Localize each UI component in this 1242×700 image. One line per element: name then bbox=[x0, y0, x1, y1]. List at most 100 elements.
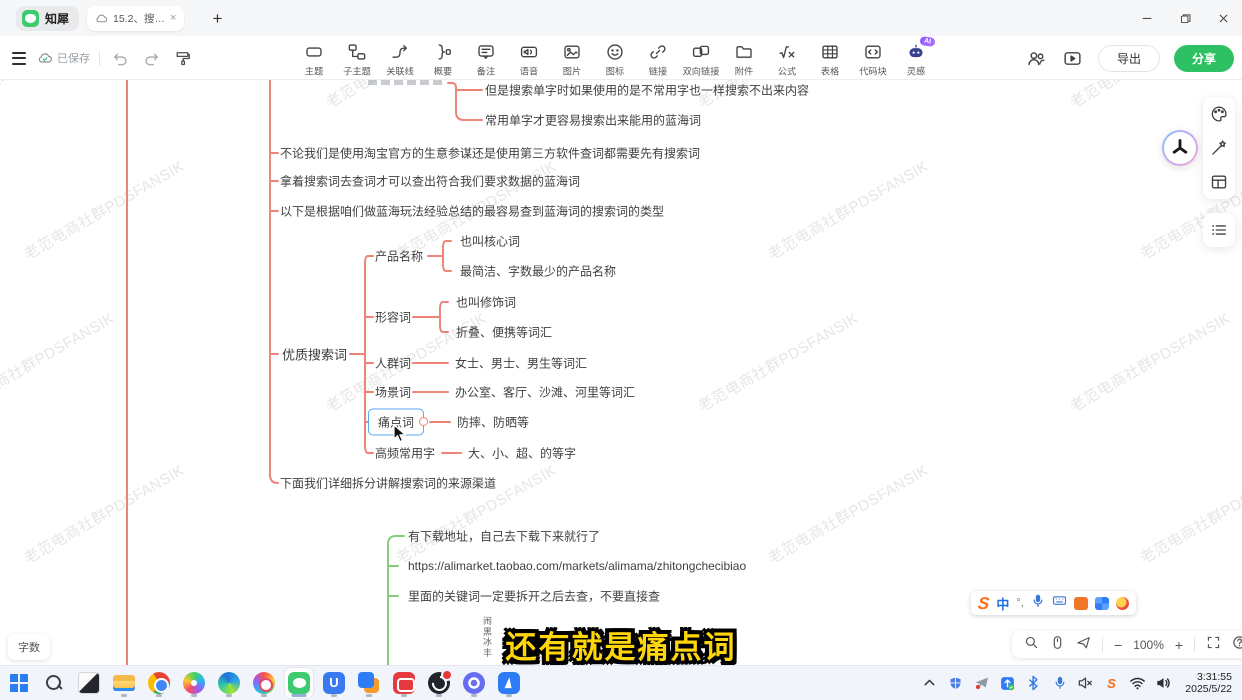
taskbar-app-browser360[interactable] bbox=[180, 668, 208, 698]
minimize-button[interactable] bbox=[1128, 0, 1166, 36]
tool-emoji[interactable]: 图标 bbox=[593, 41, 636, 78]
tool-audio[interactable]: 语音 bbox=[507, 41, 550, 78]
mindmap-node[interactable]: 人群词 bbox=[375, 355, 411, 372]
mindmap-node[interactable]: 形容词 bbox=[375, 309, 411, 326]
fullscreen-icon[interactable] bbox=[1206, 635, 1221, 655]
defender-icon[interactable] bbox=[947, 675, 964, 692]
tool-bidirectional-link[interactable]: 双向链接 bbox=[679, 41, 722, 78]
mindmap-node[interactable]: 大、小、超、的等字 bbox=[468, 445, 576, 462]
mindmap-node[interactable]: 以下是根据咱们做蓝海玩法经验总结的最容易查到蓝海词的搜索词的类型 bbox=[280, 203, 664, 220]
tab-close-icon[interactable]: × bbox=[170, 13, 176, 24]
chevron-up-icon[interactable] bbox=[921, 675, 938, 692]
tool-attachment[interactable]: 附件 bbox=[722, 41, 765, 78]
mindmap-node[interactable]: 女士、男士、男生等词汇 bbox=[455, 355, 587, 372]
bluetooth-icon[interactable] bbox=[1025, 675, 1042, 692]
voice-input-icon[interactable] bbox=[1031, 594, 1045, 613]
collapse-handle-icon[interactable] bbox=[419, 417, 428, 426]
mindmap-node[interactable]: 常用单字才更容易搜索出来能用的蓝海词 bbox=[485, 112, 701, 129]
tool-image[interactable]: 图片 bbox=[550, 41, 593, 78]
zoom-level[interactable]: 100% bbox=[1133, 638, 1164, 652]
mindmap-node[interactable]: 高频常用字 bbox=[375, 445, 435, 462]
collaborate-icon[interactable] bbox=[1026, 47, 1048, 69]
updater-icon[interactable] bbox=[999, 675, 1016, 692]
taskbar-app-edge[interactable] bbox=[215, 668, 243, 698]
taskbar-app-obs[interactable] bbox=[425, 668, 453, 698]
zoom-in-button[interactable]: + bbox=[1175, 638, 1183, 652]
tool-note[interactable]: 备注 bbox=[464, 41, 507, 78]
taskbar-app-quark[interactable] bbox=[495, 668, 523, 698]
new-tab-button[interactable]: + bbox=[212, 10, 222, 27]
mouse-mode-icon[interactable] bbox=[1050, 635, 1065, 655]
taskbar-app-meeting[interactable] bbox=[355, 668, 383, 698]
redo-icon[interactable] bbox=[140, 47, 162, 69]
tool-theme[interactable]: 主题 bbox=[292, 41, 335, 78]
restore-button[interactable] bbox=[1166, 0, 1204, 36]
mic-icon[interactable] bbox=[1051, 675, 1068, 692]
document-tab[interactable]: 15.2、搜索... × bbox=[87, 6, 184, 31]
punctuation-toggle[interactable]: °, bbox=[1016, 597, 1023, 609]
mindmap-node[interactable]: 但是搜索单字时如果使用的是不常用字也一样搜索不出来内容 bbox=[485, 82, 809, 99]
magic-wand-icon[interactable] bbox=[1203, 131, 1235, 165]
toolbox-icon[interactable] bbox=[1095, 597, 1109, 610]
taskbar-app-snip[interactable] bbox=[75, 668, 103, 698]
taskbar-app-start[interactable] bbox=[5, 668, 33, 698]
palette-icon[interactable] bbox=[1203, 97, 1235, 131]
locate-icon[interactable] bbox=[1076, 635, 1091, 655]
word-count-button[interactable]: 字数 bbox=[8, 634, 50, 660]
mindmap-node[interactable]: 里面的关键词一定要拆开之后去查，不要直接查 bbox=[408, 588, 660, 605]
mindmap-node[interactable]: 场景词 bbox=[375, 384, 411, 401]
format-painter-icon[interactable] bbox=[171, 47, 193, 69]
search-icon[interactable] bbox=[1024, 635, 1039, 655]
taskbar-app-media[interactable] bbox=[250, 668, 278, 698]
tool-code-block[interactable]: 代码块 bbox=[851, 41, 894, 78]
menu-icon[interactable] bbox=[10, 50, 28, 67]
mindmap-node[interactable]: 有下载地址，自己去下载下来就行了 bbox=[408, 528, 600, 545]
mindmap-node[interactable]: 最简洁、字数最少的产品名称 bbox=[460, 263, 616, 280]
mindmap-node[interactable]: 也叫修饰词 bbox=[456, 294, 516, 311]
zhixi-assistant-button[interactable] bbox=[1162, 130, 1198, 166]
taskbar-app-zhixi[interactable] bbox=[285, 668, 313, 698]
sogou-logo-icon[interactable]: S bbox=[977, 595, 990, 612]
tool-relation-line[interactable]: 关联线 bbox=[378, 41, 421, 78]
taskbar-clock[interactable]: 3:31:55 2025/5/22 bbox=[1185, 671, 1232, 696]
volume-icon[interactable] bbox=[1155, 675, 1172, 692]
taskbar-app-youdao[interactable] bbox=[320, 668, 348, 698]
app-chip[interactable]: 知犀 bbox=[16, 6, 79, 31]
mindmap-node[interactable]: 下面我们详细拆分讲解搜索词的来源渠道 bbox=[280, 475, 496, 492]
taskbar-app-chrome[interactable] bbox=[145, 668, 173, 698]
tool-inspiration[interactable]: 灵感AI bbox=[894, 41, 937, 78]
tutorial-video-icon[interactable] bbox=[1062, 47, 1084, 69]
layout-icon[interactable] bbox=[1203, 165, 1235, 199]
zoom-out-button[interactable]: − bbox=[1114, 638, 1122, 652]
tool-table[interactable]: 表格 bbox=[808, 41, 851, 78]
mindmap-node[interactable]: 不论我们是使用淘宝官方的生意参谋还是使用第三方软件查词都需要先有搜索词 bbox=[280, 145, 700, 162]
input-mode-toggle[interactable]: 中 bbox=[996, 594, 1009, 613]
mindmap-node[interactable]: https://alimarket.taobao.com/markets/ali… bbox=[408, 559, 746, 573]
export-button[interactable]: 导出 bbox=[1098, 45, 1160, 72]
undo-icon[interactable] bbox=[109, 47, 131, 69]
mindmap-canvas[interactable]: 老范电商社群PDSFANSIK老范电商社群PDSFANSIK老范电商社群PDSF… bbox=[0, 80, 1242, 665]
mindmap-node[interactable]: 折叠、便携等词汇 bbox=[456, 324, 552, 341]
mindmap-node[interactable]: 也叫核心词 bbox=[460, 233, 520, 250]
mindmap-node[interactable]: 产品名称 bbox=[375, 248, 423, 265]
keyboard-icon[interactable] bbox=[1052, 593, 1067, 613]
mindmap-node[interactable]: 优质搜索词 bbox=[282, 345, 347, 364]
tool-formula[interactable]: 公式 bbox=[765, 41, 808, 78]
tool-link[interactable]: 链接 bbox=[636, 41, 679, 78]
mindmap-node[interactable]: 防摔、防晒等 bbox=[457, 414, 529, 431]
help-icon[interactable] bbox=[1232, 635, 1242, 655]
close-button[interactable] bbox=[1204, 0, 1242, 36]
sogou-tray-icon[interactable]: S bbox=[1103, 675, 1120, 692]
skin-icon[interactable] bbox=[1074, 597, 1088, 610]
mindmap-node[interactable]: 拿着搜索词去查词才可以查出符合我们要求数据的蓝海词 bbox=[280, 173, 580, 190]
outline-icon[interactable] bbox=[1203, 213, 1235, 247]
tool-subtopic[interactable]: 子主题 bbox=[335, 41, 378, 78]
telegram-icon[interactable] bbox=[973, 675, 990, 692]
share-button[interactable]: 分享 bbox=[1174, 45, 1234, 72]
taskbar-app-tsearch[interactable] bbox=[40, 668, 68, 698]
emoji-picker-icon[interactable] bbox=[1116, 597, 1129, 610]
taskbar-app-music[interactable] bbox=[460, 668, 488, 698]
wifi-icon[interactable] bbox=[1129, 675, 1146, 692]
sogou-input-bar[interactable]: S 中 °, bbox=[971, 591, 1136, 615]
mindmap-node[interactable]: 办公室、客厅、沙滩、河里等词汇 bbox=[455, 384, 635, 401]
